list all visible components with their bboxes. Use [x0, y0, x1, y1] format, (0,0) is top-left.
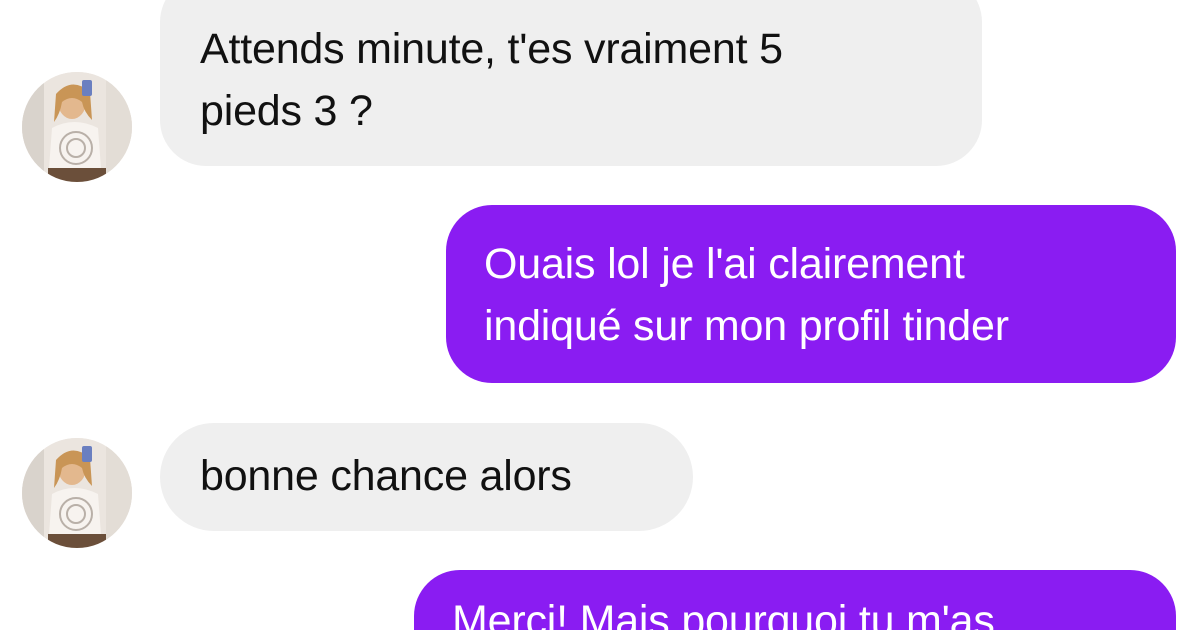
message-text-line: bonne chance alors	[200, 452, 572, 500]
message-bubble-outgoing[interactable]: Merci! Mais pourquoi tu m'as	[414, 570, 1176, 630]
message-bubble-incoming[interactable]: Attends minute, t'es vraiment 5 pieds 3 …	[160, 0, 982, 166]
message-text-line: Merci! Mais pourquoi tu m'as	[452, 597, 995, 630]
message-text-line: indiqué sur mon profil tinder	[484, 302, 1009, 350]
message-text-line: Ouais lol je l'ai clairement	[484, 240, 965, 288]
sender-avatar[interactable]	[22, 72, 132, 182]
message-text-line: pieds 3 ?	[200, 87, 373, 135]
avatar-photo-icon	[22, 438, 132, 548]
message-bubble-outgoing[interactable]: Ouais lol je l'ai clairement indiqué sur…	[446, 205, 1176, 383]
chat-thread: Attends minute, t'es vraiment 5 pieds 3 …	[0, 0, 1200, 630]
message-text-line: Attends minute, t'es vraiment 5	[200, 25, 783, 73]
message-bubble-incoming[interactable]: bonne chance alors	[160, 423, 693, 531]
sender-avatar[interactable]	[22, 438, 132, 548]
avatar-photo-icon	[22, 72, 132, 182]
